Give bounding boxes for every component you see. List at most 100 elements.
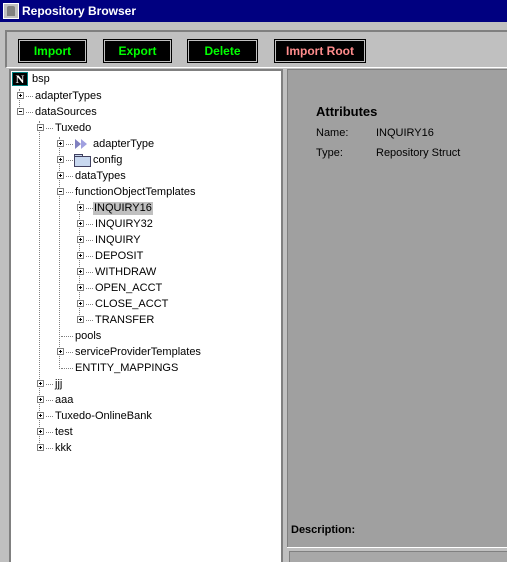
expand-icon[interactable]: [37, 428, 44, 435]
tree-node-entity-mappings[interactable]: ENTITY_MAPPINGS: [57, 361, 179, 375]
expand-icon[interactable]: [37, 444, 44, 451]
expand-icon[interactable]: [17, 92, 24, 99]
tree-connector: [86, 256, 93, 257]
expand-icon[interactable]: [57, 156, 64, 163]
tree-node-label: INQUIRY16: [93, 201, 153, 215]
attributes-panel: [287, 69, 507, 547]
app-icon: [3, 3, 19, 19]
tree-connector: [26, 112, 33, 113]
tree-connector: [46, 416, 53, 417]
tree-node-label: pools: [75, 329, 102, 342]
collapse-icon[interactable]: [57, 188, 64, 195]
import-button[interactable]: Import: [18, 39, 87, 63]
expand-icon[interactable]: [37, 380, 44, 387]
tree-node-label: Tuxedo-OnlineBank: [55, 409, 152, 422]
tree-node-aaa[interactable]: aaa: [37, 393, 74, 407]
tree-node-tuxedo-onlinebank[interactable]: Tuxedo-OnlineBank: [37, 409, 153, 423]
tree-node-jjj[interactable]: jjj: [37, 377, 63, 391]
tree-connector: [46, 448, 53, 449]
expand-icon[interactable]: [77, 236, 84, 243]
root-node-icon: N: [12, 72, 28, 86]
tree-node-label: adapterType: [93, 137, 155, 150]
expand-icon[interactable]: [77, 284, 84, 291]
tree-node-label: adapterTypes: [35, 89, 102, 102]
tree-connector: [66, 160, 73, 161]
tree-connector: [61, 336, 73, 337]
tree-node-config[interactable]: config: [57, 153, 123, 167]
tree-node-test[interactable]: test: [37, 425, 74, 439]
tree-node-label: Tuxedo: [55, 121, 92, 134]
expand-icon[interactable]: [77, 268, 84, 275]
window-title: Repository Browser: [22, 4, 137, 18]
attr-type-key: Type:: [316, 147, 343, 159]
tree-node-label: CLOSE_ACCT: [95, 297, 169, 310]
tree-node-transfer[interactable]: TRANSFER: [77, 313, 155, 327]
collapse-icon[interactable]: [37, 124, 44, 131]
tree-connector: [46, 384, 53, 385]
tree-connector: [66, 352, 73, 353]
tree-node-label: jjj: [55, 377, 63, 390]
title-bar: Repository Browser: [0, 0, 507, 22]
expand-icon[interactable]: [77, 220, 84, 227]
tree-node-label: dataTypes: [75, 169, 126, 182]
expand-icon[interactable]: [77, 204, 84, 211]
tree-node-label: serviceProviderTemplates: [75, 345, 201, 358]
export-button[interactable]: Export: [103, 39, 172, 63]
tree-node-tuxedo[interactable]: Tuxedo: [37, 121, 92, 135]
tree-connector: [26, 96, 33, 97]
tree-node-functionobjecttemplates[interactable]: functionObjectTemplates: [57, 185, 196, 199]
import-root-button[interactable]: Import Root: [274, 39, 366, 63]
folder-icon: [74, 154, 91, 167]
tree-node-adaptertype[interactable]: adapterType: [57, 137, 155, 151]
expand-icon[interactable]: [37, 396, 44, 403]
tree-node-kkk[interactable]: kkk: [37, 441, 73, 455]
tree-node-label: ENTITY_MAPPINGS: [75, 361, 179, 374]
tree-node-pools[interactable]: pools: [57, 329, 102, 343]
tree-node-datasources[interactable]: dataSources: [17, 105, 98, 119]
tree-node-withdraw[interactable]: WITHDRAW: [77, 265, 157, 279]
tree-node-close-acct[interactable]: CLOSE_ACCT: [77, 297, 169, 311]
expand-icon[interactable]: [37, 412, 44, 419]
collapse-icon[interactable]: [17, 108, 24, 115]
tree-node-label: TRANSFER: [95, 313, 155, 326]
tree-node-label: WITHDRAW: [95, 265, 157, 278]
attr-name-value: INQUIRY16: [376, 127, 434, 139]
tree-node-inquiry[interactable]: INQUIRY: [77, 233, 142, 247]
tree-connector: [86, 320, 93, 321]
tree-node-label: INQUIRY32: [95, 217, 153, 230]
expand-icon[interactable]: [77, 300, 84, 307]
tree-node-deposit[interactable]: DEPOSIT: [77, 249, 144, 263]
tree-node-inquiry32[interactable]: INQUIRY32: [77, 217, 154, 231]
tree-node-label: aaa: [55, 393, 74, 406]
tree-node-adaptertypes[interactable]: adapterTypes: [17, 89, 103, 103]
tree-connector: [86, 224, 93, 225]
expand-icon[interactable]: [57, 140, 64, 147]
expand-icon[interactable]: [77, 252, 84, 259]
expand-icon[interactable]: [57, 172, 64, 179]
tree-node-label: config: [93, 153, 123, 166]
description-label: Description:: [291, 524, 356, 536]
tree-node-datatypes[interactable]: dataTypes: [57, 169, 127, 183]
description-area[interactable]: [287, 547, 507, 562]
tree-connector: [86, 208, 93, 209]
tree-connector: [46, 128, 53, 129]
tree-node-inquiry16[interactable]: INQUIRY16: [77, 201, 153, 215]
tree-connector: [66, 192, 73, 193]
tree-connector: [86, 304, 93, 305]
tree-node-label: bsp: [32, 72, 50, 85]
tree-root-bsp[interactable]: N bsp: [12, 72, 51, 86]
tree-node-label: kkk: [55, 441, 72, 454]
expand-icon[interactable]: [77, 316, 84, 323]
delete-button[interactable]: Delete: [187, 39, 258, 63]
tree-node-open-acct[interactable]: OPEN_ACCT: [77, 281, 163, 295]
tree-node-label: DEPOSIT: [95, 249, 144, 262]
tree-node-label: INQUIRY: [95, 233, 141, 246]
expand-icon[interactable]: [57, 348, 64, 355]
tree-connector: [66, 144, 73, 145]
tree-node-label: OPEN_ACCT: [95, 281, 163, 294]
tree-connector: [66, 176, 73, 177]
tree-connector: [86, 240, 93, 241]
attr-type-value: Repository Struct: [376, 147, 461, 159]
tree-node-serviceprovidertemplates[interactable]: serviceProviderTemplates: [57, 345, 202, 359]
tree-node-label: dataSources: [35, 105, 97, 118]
